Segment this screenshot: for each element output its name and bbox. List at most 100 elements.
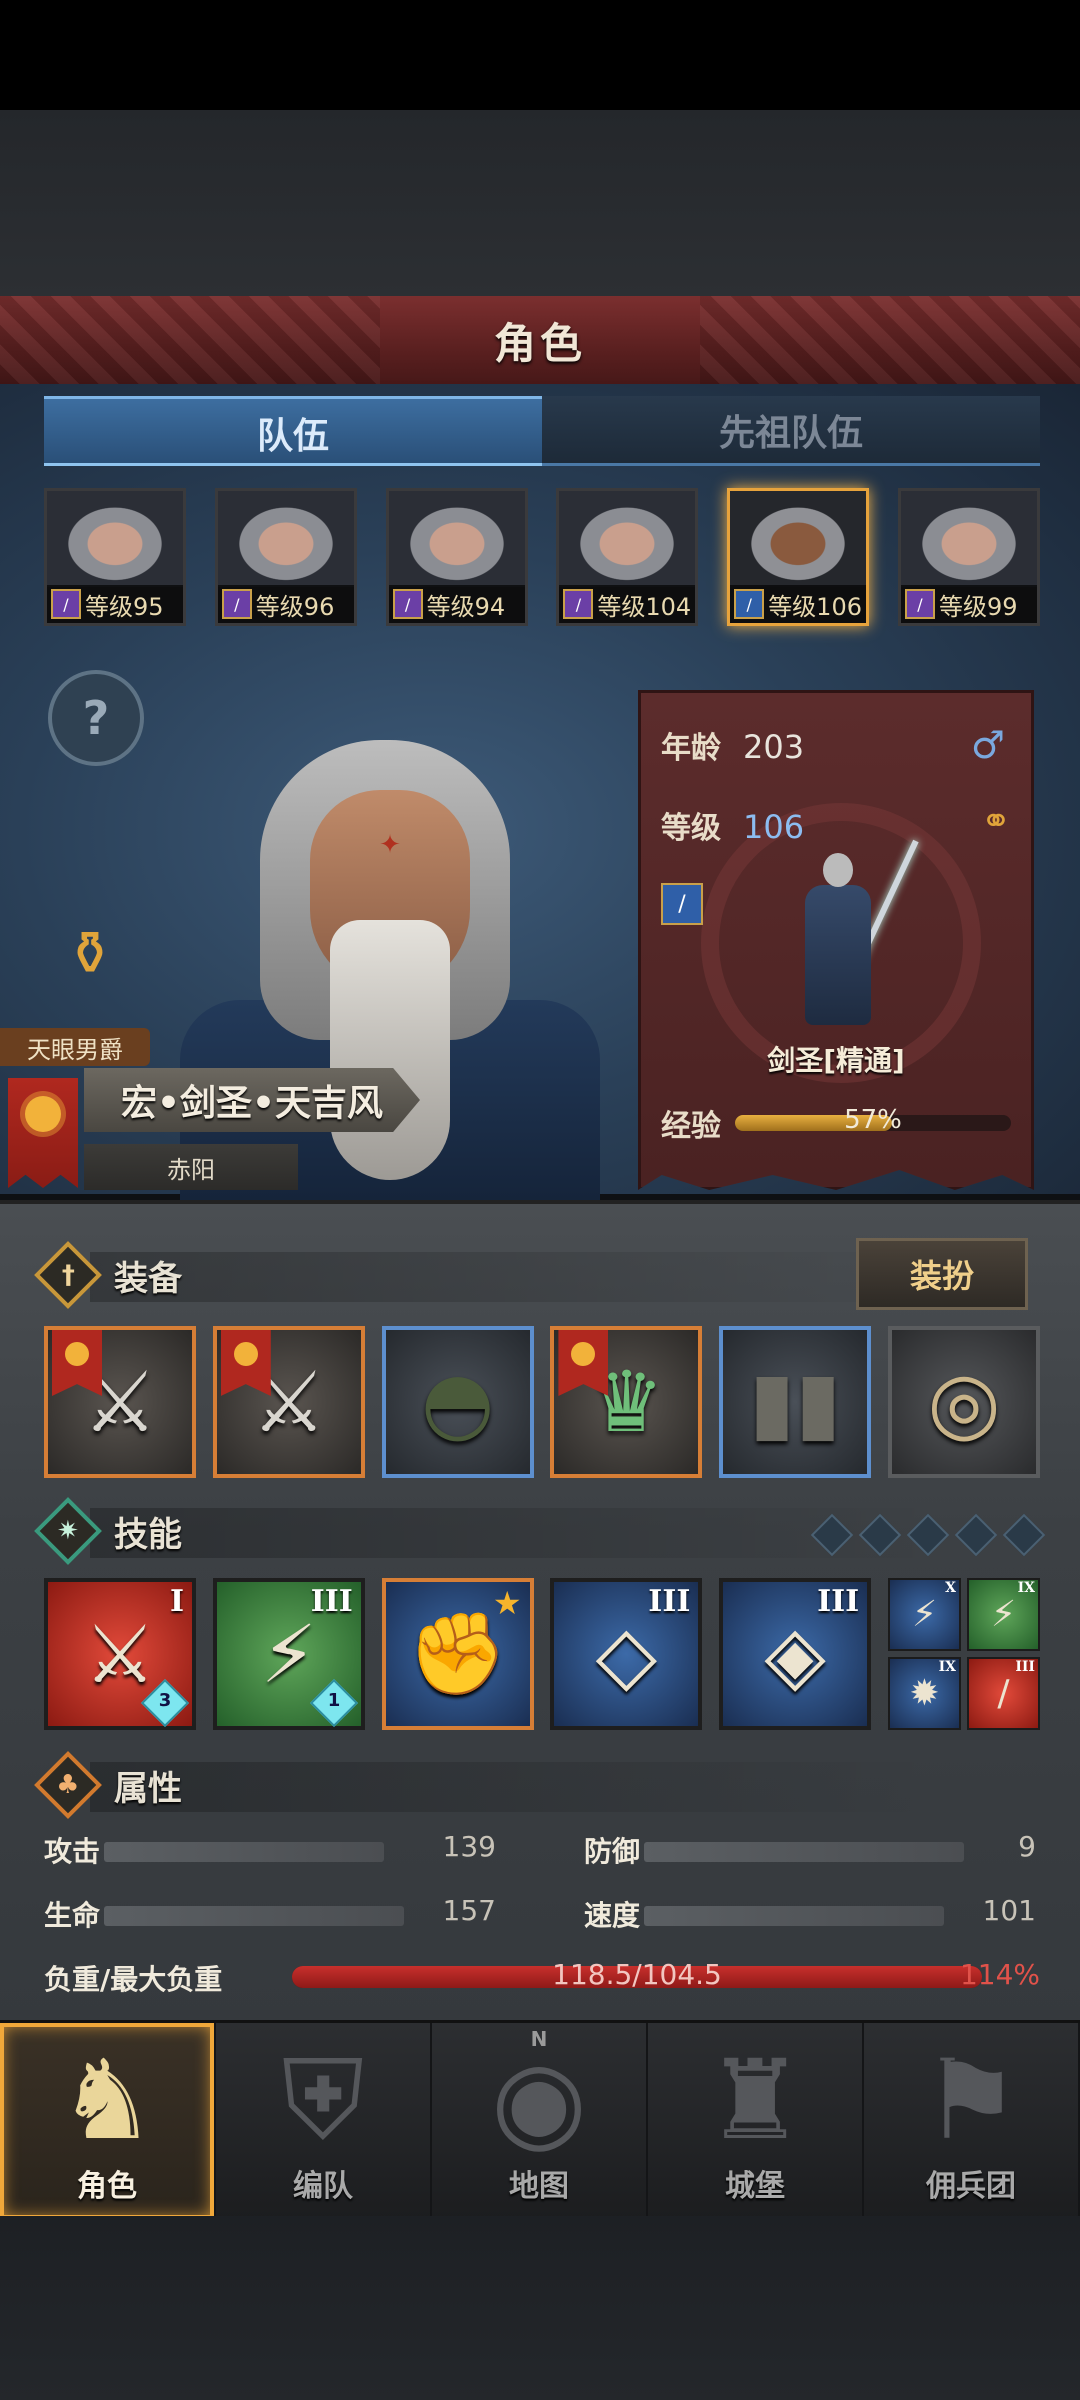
- skill-rank: III: [310, 1584, 353, 1619]
- bottom-margin: [0, 2216, 1080, 2400]
- member-level: 等级94: [426, 592, 506, 621]
- load-label: 负重/最大负重: [44, 1963, 223, 1996]
- skill-rank: III: [817, 1584, 860, 1619]
- status-bar-area: [0, 0, 1080, 110]
- equip-slot-armor[interactable]: ♛: [550, 1326, 703, 1478]
- skill-rank: III: [648, 1584, 691, 1619]
- skill-slot-3[interactable]: ✊ ★: [381, 1578, 534, 1730]
- load-value: 118.5/104.5: [552, 1958, 722, 1991]
- equip-slot-ring[interactable]: ◎: [887, 1326, 1040, 1478]
- skill-level: 3: [158, 1689, 172, 1711]
- nav-mercenary[interactable]: ⚑ 佣兵团: [864, 2023, 1080, 2219]
- team-tabs: 队伍 先祖队伍: [44, 396, 1040, 466]
- sword-class-icon: /: [661, 883, 703, 925]
- party-member-6[interactable]: / 等级99: [897, 488, 1040, 626]
- load-bar: 118.5/104.5: [292, 1958, 982, 1991]
- passive-skill-1[interactable]: ⚡ X: [887, 1578, 961, 1651]
- nav-label: 城堡: [725, 2169, 785, 2204]
- exp-row: 经验 57%: [661, 1101, 1021, 1145]
- load-percent: 114%: [959, 1958, 1040, 1991]
- exp-label: 经验: [661, 1109, 721, 1144]
- equip-slot-axe-2[interactable]: ⚔: [212, 1326, 365, 1478]
- staff-icon: /: [221, 589, 252, 619]
- gem-slot: [954, 1513, 998, 1557]
- rings-icon[interactable]: ⚭: [981, 801, 1011, 842]
- equip-slot-hood[interactable]: ◓: [381, 1326, 534, 1478]
- castle-icon: ♜: [705, 2036, 805, 2164]
- passive-skill-3[interactable]: ✹ IX: [887, 1657, 961, 1730]
- ring-icon: ◎: [927, 1353, 1001, 1451]
- hp-value: 157: [442, 1894, 496, 1927]
- skill-rank: I: [169, 1584, 184, 1619]
- skill-gem-slots: [808, 1513, 1048, 1557]
- tab-team[interactable]: 队伍: [44, 396, 542, 466]
- attack-label: 攻击: [44, 1835, 101, 1868]
- equip-slot-axe-1[interactable]: ⚔: [44, 1326, 196, 1478]
- exp-bar: 57%: [735, 1105, 1011, 1135]
- staff-icon: /: [51, 589, 81, 619]
- gem-slot: [906, 1513, 950, 1557]
- character-title: 天眼男爵: [0, 1028, 150, 1066]
- load-row: 负重/最大负重 118.5/104.5 114%: [44, 1952, 1040, 2002]
- tab-ancestor-team[interactable]: 先祖队伍: [542, 396, 1040, 466]
- nav-label: 编队: [293, 2169, 353, 2204]
- elf-portrait: [900, 491, 1037, 587]
- party-member-1[interactable]: / 等级95: [44, 488, 186, 626]
- page-title: 角色: [493, 318, 586, 368]
- gem-slot: [810, 1513, 854, 1557]
- skill-slot-2[interactable]: ⚡ III 1: [212, 1578, 365, 1730]
- nav-label: 角色: [77, 2169, 137, 2204]
- character-name[interactable]: 宏•剑圣•天吉风: [84, 1068, 420, 1132]
- exp-percent: 57%: [844, 1105, 902, 1135]
- nav-castle[interactable]: ♜ 城堡: [648, 2023, 864, 2219]
- dress-up-button[interactable]: 装扮: [856, 1238, 1028, 1310]
- level-label: 等级: [661, 811, 721, 846]
- bottom-navigation: ♞ 角色 ⛨ 编队 N ◉ 地图 ♜ 城堡 ⚑ 佣兵团: [0, 2020, 1080, 2219]
- age-label: 年龄: [661, 731, 721, 766]
- skills-header: ✷ 技能: [34, 1497, 182, 1565]
- party-member-3[interactable]: / 等级94: [385, 488, 528, 626]
- member-level: 等级95: [85, 592, 164, 621]
- age-row: 年龄 203: [661, 723, 804, 767]
- passive-skill-2[interactable]: ⚡ IX: [966, 1578, 1040, 1651]
- skill-rank: X: [945, 1580, 956, 1596]
- banner-ornament-right: [700, 296, 1080, 384]
- skill-slot-4[interactable]: ◇ III: [550, 1578, 703, 1730]
- party-member-5[interactable]: / 等级106: [727, 488, 870, 626]
- dagger-icon: †: [34, 1241, 102, 1309]
- nav-map[interactable]: N ◉ 地图: [432, 2023, 648, 2219]
- attributes-header: ♣ 属性: [34, 1751, 182, 1819]
- skill-slots: ⚔ I 3 ⚡ III 1 ✊ ★ ◇ III ◈ III ⚡ X ⚡ IX ✹ IX…: [44, 1578, 1040, 1730]
- mercenary-icon: ⚑: [921, 2036, 1021, 2164]
- attack-value: 139: [442, 1830, 496, 1863]
- defense-row: 防御 9: [584, 1830, 1036, 1868]
- skill-slot-1[interactable]: ⚔ I 3: [44, 1578, 196, 1730]
- equipment-header: † 装备: [34, 1241, 182, 1309]
- skill-rank: III: [1015, 1659, 1035, 1675]
- nav-character[interactable]: ♞ 角色: [0, 2023, 216, 2219]
- party-member-4[interactable]: / 等级104: [556, 488, 699, 626]
- banner-ornament-left: [0, 296, 380, 384]
- gourd-icon: ♣: [34, 1751, 102, 1819]
- level-value: 106: [743, 808, 805, 846]
- nav-formation[interactable]: ⛨ 编队: [216, 2023, 432, 2219]
- gem-slot: [1002, 1513, 1046, 1557]
- compass-north-label: N: [530, 2027, 548, 2051]
- skill-rank: IX: [1017, 1580, 1035, 1596]
- staff-icon: /: [392, 589, 423, 619]
- title-banner: 角色: [0, 296, 1080, 387]
- member-level: 等级104: [597, 592, 692, 621]
- age-value: 203: [743, 728, 805, 766]
- party-member-2[interactable]: / 等级96: [214, 488, 357, 626]
- equip-slot-boots[interactable]: ▮▮: [719, 1326, 872, 1478]
- skill-slot-5[interactable]: ◈ III: [719, 1578, 872, 1730]
- help-button[interactable]: ?: [48, 670, 144, 766]
- passive-skill-4[interactable]: / III: [966, 1657, 1040, 1730]
- character-faction: 赤阳: [84, 1144, 298, 1190]
- staff-icon: /: [904, 589, 935, 619]
- staff-icon: /: [563, 589, 594, 619]
- potion-icon[interactable]: ⚱: [44, 908, 136, 1000]
- speed-label: 速度: [584, 1899, 641, 1932]
- skill-level: 1: [327, 1689, 341, 1711]
- equipment-slots: ⚔ ⚔ ◓ ♛ ▮▮ ◎: [44, 1326, 1040, 1478]
